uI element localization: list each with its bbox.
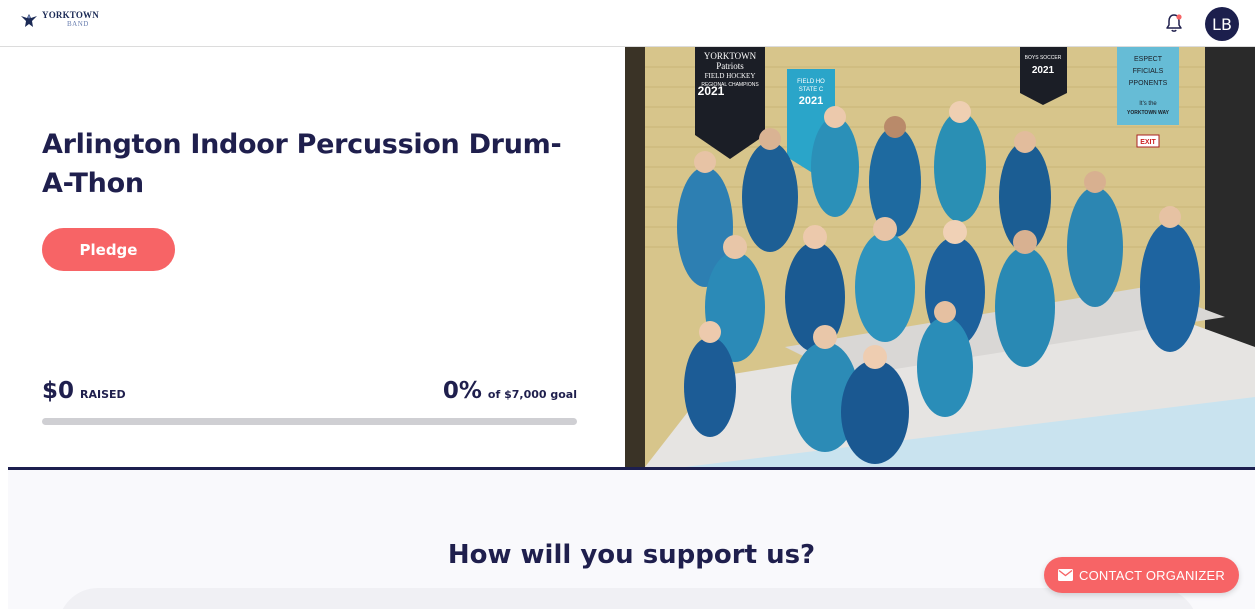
- bell-icon: [1166, 14, 1182, 32]
- exit-sign: EXIT: [1136, 134, 1160, 148]
- svg-text:2021: 2021: [1032, 65, 1055, 76]
- svg-text:2021: 2021: [799, 95, 823, 107]
- svg-text:FIELD HO: FIELD HO: [797, 79, 825, 85]
- svg-text:STATE C: STATE C: [799, 87, 824, 93]
- svg-text:YORKTOWN WAY: YORKTOWN WAY: [1127, 110, 1170, 116]
- campaign-summary: Arlington Indoor Percussion Drum-A-Thon …: [8, 47, 625, 467]
- contact-organizer-label: CONTACT ORGANIZER: [1079, 567, 1225, 583]
- svg-text:EXIT: EXIT: [1140, 139, 1156, 146]
- banner-field-hockey-regional: YORKTOWN Patriots FIELD HOCKEY REGIONAL …: [695, 47, 765, 159]
- yorktown-band-logo[interactable]: YORKTOWN BAND: [20, 11, 99, 33]
- svg-text:YORKTOWN: YORKTOWN: [704, 51, 757, 61]
- notifications-bell[interactable]: [1163, 12, 1185, 34]
- user-avatar[interactable]: LB: [1205, 7, 1239, 41]
- contact-organizer-button[interactable]: CONTACT ORGANIZER: [1044, 557, 1239, 593]
- raised-amount: $0: [42, 378, 75, 404]
- band-group-photo: YORKTOWN Patriots FIELD HOCKEY REGIONAL …: [625, 47, 1255, 467]
- progress-bar: [42, 418, 577, 425]
- svg-text:BOYS SOCCER: BOYS SOCCER: [1025, 55, 1062, 61]
- eagle-logo-icon: [21, 14, 37, 27]
- campaign-title: Arlington Indoor Percussion Drum-A-Thon: [42, 129, 562, 199]
- logo-line-2: BAND: [67, 20, 89, 28]
- svg-text:PPONENTS: PPONENTS: [1129, 80, 1168, 87]
- envelope-icon: [1058, 569, 1074, 581]
- svg-text:Patriots: Patriots: [716, 61, 744, 71]
- svg-text:It's the: It's the: [1139, 101, 1157, 107]
- logo-line-1: YORKTOWN: [42, 10, 99, 20]
- raised-label: RAISED: [80, 388, 126, 401]
- svg-text:ESPECT: ESPECT: [1134, 56, 1163, 63]
- campaign-photo: YORKTOWN Patriots FIELD HOCKEY REGIONAL …: [625, 47, 1255, 467]
- svg-text:FIELD HOCKEY: FIELD HOCKEY: [705, 72, 756, 80]
- svg-text:2021: 2021: [698, 84, 725, 98]
- banner-respect: ESPECT FFICIALS PPONENTS It's the YORKTO…: [1117, 47, 1179, 125]
- svg-text:FFICIALS: FFICIALS: [1133, 68, 1164, 75]
- banner-boys-soccer: BOYS SOCCER 2021: [1020, 47, 1067, 105]
- support-options-card: [58, 588, 1198, 609]
- pledge-button[interactable]: Pledge: [42, 228, 175, 271]
- goal-percent: 0%: [442, 378, 482, 404]
- goal-text: of $7,000 goal: [487, 388, 577, 401]
- raised-summary: $0 RAISED: [42, 378, 126, 404]
- logo-text: YORKTOWN BAND: [42, 11, 99, 28]
- goal-summary: 0% of $7,000 goal: [443, 378, 577, 404]
- top-header: YORKTOWN BAND LB: [0, 0, 1255, 47]
- campaign-hero: Arlington Indoor Percussion Drum-A-Thon …: [8, 47, 1255, 470]
